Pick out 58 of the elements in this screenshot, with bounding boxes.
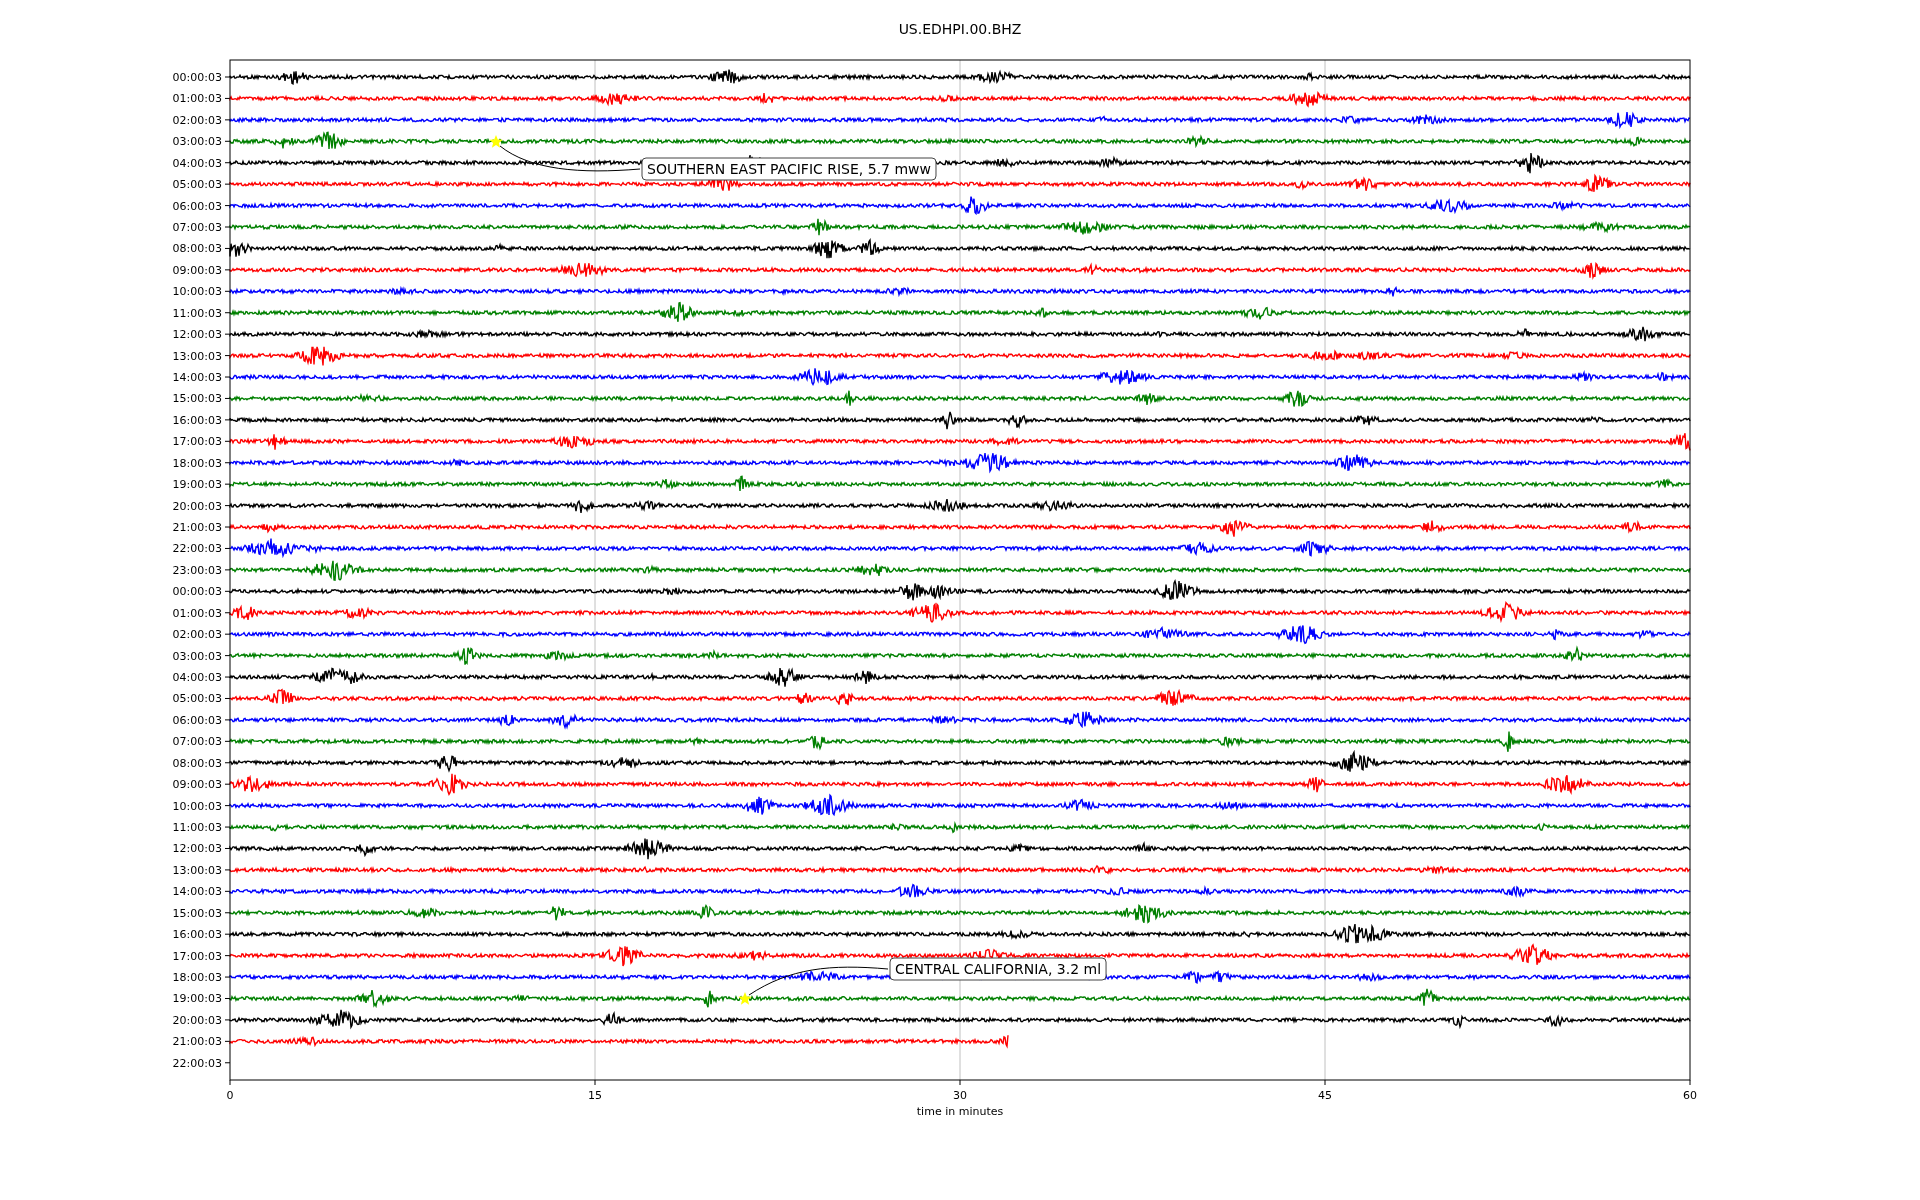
- axis-tick-label: 12:00:03: [172, 842, 222, 856]
- axis-tick-label: 08:00:03: [172, 242, 222, 256]
- axis-tick-label: 09:00:03: [172, 263, 222, 277]
- axis-tick-label: 08:00:03: [172, 756, 222, 770]
- axis-tick-label: 19:00:03: [172, 992, 222, 1006]
- axis-tick-label: 21:00:03: [172, 521, 222, 535]
- axis-tick-label: 17:00:03: [172, 949, 222, 963]
- axis-tick-label: 19:00:03: [172, 478, 222, 492]
- axis-tick-label: 60: [1683, 1089, 1697, 1102]
- axis-tick-label: 11:00:03: [172, 821, 222, 835]
- axis-tick-label: 10:00:03: [172, 799, 222, 813]
- axis-tick-label: 15:00:03: [172, 392, 222, 406]
- annotation-label: SOUTHERN EAST PACIFIC RISE, 5.7 mww: [641, 157, 937, 181]
- chart-title: US.EDHPI.00.BHZ: [898, 21, 1022, 37]
- axis-tick-label: 07:00:03: [172, 221, 222, 234]
- axis-tick-label: 18:00:03: [172, 971, 222, 985]
- axis-tick-label: 05:00:03: [172, 692, 222, 706]
- axis-tick-label: 04:00:03: [172, 156, 222, 170]
- annotation-label: CENTRAL CALIFORNIA, 3.2 ml: [889, 957, 1107, 981]
- axis-tick-label: 02:00:03: [172, 113, 222, 127]
- axis-tick-label: 12:00:03: [172, 328, 222, 342]
- axis-tick-label: 14:00:03: [172, 885, 222, 899]
- axis-label: time in minutes: [916, 1105, 1004, 1118]
- axis-tick-label: 22:00:03: [172, 542, 222, 556]
- axis-tick-label: 16:00:03: [172, 928, 222, 942]
- axis-tick-label: 30: [953, 1089, 967, 1102]
- axis-tick-label: 05:00:03: [172, 178, 222, 192]
- axis-tick-label: 06:00:03: [172, 199, 222, 213]
- axis-tick-label: 16:00:03: [172, 413, 222, 427]
- axis-tick-label: 23:00:03: [172, 563, 222, 577]
- axis-tick-label: 06:00:03: [172, 713, 222, 727]
- axis-tick-label: 01:00:03: [172, 92, 222, 106]
- axis-tick-label: 03:00:03: [172, 135, 222, 149]
- axis-tick-label: 21:00:03: [172, 1035, 222, 1049]
- axis-tick-label: 11:00:03: [172, 306, 222, 320]
- axis-tick-label: 20:00:03: [172, 1013, 222, 1027]
- axis-tick-label: 14:00:03: [172, 371, 222, 384]
- axis-tick-label: 04:00:03: [172, 671, 222, 685]
- axis-tick-label: 0: [226, 1089, 234, 1102]
- axis-tick-label: 20:00:03: [172, 499, 222, 513]
- axis-tick-label: 15:00:03: [172, 906, 222, 920]
- star-icon: [489, 135, 503, 148]
- axis-tick-label: 00:00:03: [172, 71, 222, 84]
- axis-tick-label: 15: [588, 1089, 602, 1102]
- axis-tick-label: 17:00:03: [172, 435, 222, 449]
- axis-tick-label: 18:00:03: [172, 456, 222, 470]
- axis-tick-label: 03:00:03: [172, 649, 222, 663]
- axis-tick-label: 13:00:03: [172, 863, 222, 877]
- axis-tick-label: 22:00:03: [172, 1056, 222, 1070]
- axis-tick-label: 00:00:03: [172, 585, 222, 599]
- axis-tick-label: 45: [1318, 1089, 1332, 1102]
- axis-tick-label: 10:00:03: [172, 285, 222, 299]
- axis-tick-label: 13:00:03: [172, 349, 222, 363]
- axis-tick-label: 02:00:03: [172, 628, 222, 642]
- axis-tick-label: 07:00:03: [172, 735, 222, 749]
- axis-tick-label: 01:00:03: [172, 606, 222, 620]
- star-icon: [738, 992, 752, 1005]
- axis-tick-label: 09:00:03: [172, 778, 222, 792]
